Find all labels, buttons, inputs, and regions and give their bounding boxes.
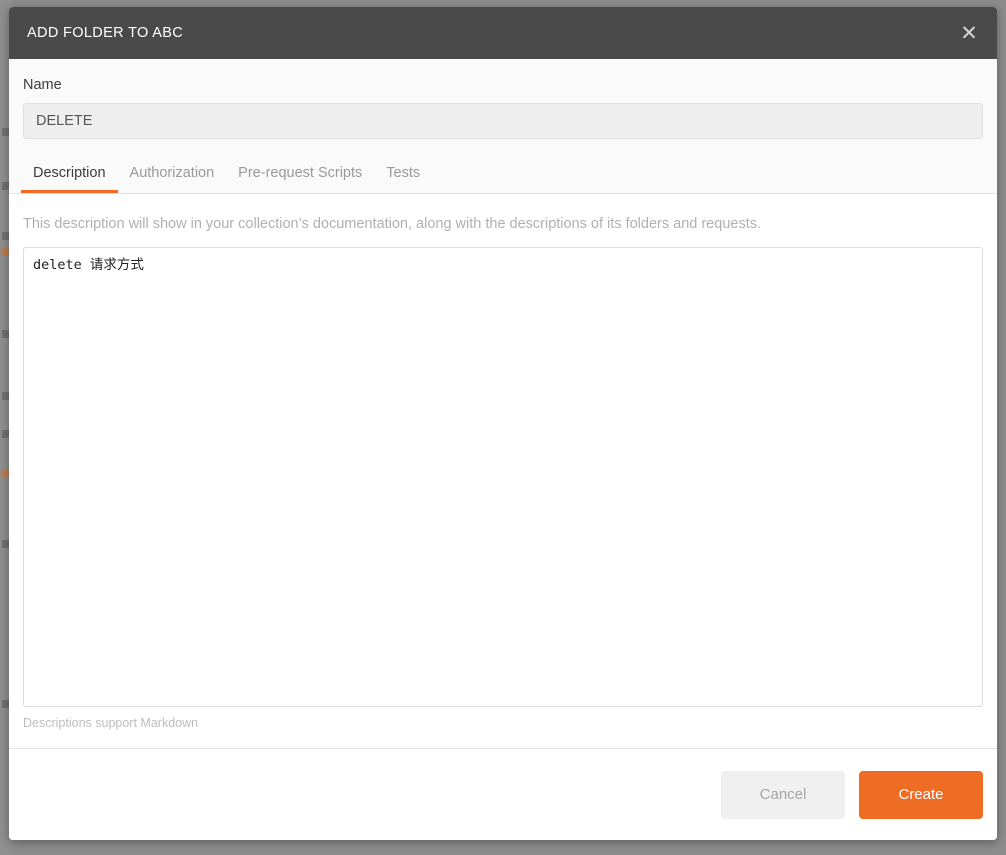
background-mark bbox=[2, 700, 9, 708]
tab-tests[interactable]: Tests bbox=[374, 165, 432, 193]
description-hint-text: This description will show in your colle… bbox=[23, 216, 983, 232]
background-mark bbox=[2, 430, 9, 438]
description-textarea[interactable] bbox=[23, 247, 983, 707]
folder-name-input[interactable] bbox=[23, 103, 983, 139]
background-mark bbox=[2, 470, 9, 478]
name-field-group: Name bbox=[9, 59, 997, 139]
dialog-upper-section: Name Description Authorization Pre-reque… bbox=[9, 59, 997, 194]
tab-description[interactable]: Description bbox=[21, 165, 118, 193]
dialog-body: This description will show in your colle… bbox=[9, 194, 997, 748]
dialog-title: ADD FOLDER TO ABC bbox=[27, 25, 183, 41]
close-icon[interactable]: ✕ bbox=[958, 22, 980, 44]
add-folder-dialog: ADD FOLDER TO ABC ✕ Name Description Aut… bbox=[9, 7, 997, 840]
dialog-header: ADD FOLDER TO ABC ✕ bbox=[9, 7, 997, 59]
background-mark bbox=[2, 128, 9, 136]
background-mark bbox=[2, 182, 9, 190]
dialog-footer: Cancel Create bbox=[9, 748, 997, 840]
tab-pre-request-scripts[interactable]: Pre-request Scripts bbox=[226, 165, 374, 193]
background-mark bbox=[2, 248, 9, 256]
markdown-support-note: Descriptions support Markdown bbox=[23, 716, 983, 748]
background-mark bbox=[2, 540, 9, 548]
background-mark bbox=[2, 392, 9, 400]
tab-authorization[interactable]: Authorization bbox=[118, 165, 227, 193]
tab-bar: Description Authorization Pre-request Sc… bbox=[9, 159, 997, 193]
background-mark bbox=[2, 330, 9, 338]
create-button[interactable]: Create bbox=[859, 771, 983, 819]
name-label: Name bbox=[23, 77, 983, 93]
cancel-button[interactable]: Cancel bbox=[721, 771, 845, 819]
background-mark bbox=[2, 232, 9, 240]
